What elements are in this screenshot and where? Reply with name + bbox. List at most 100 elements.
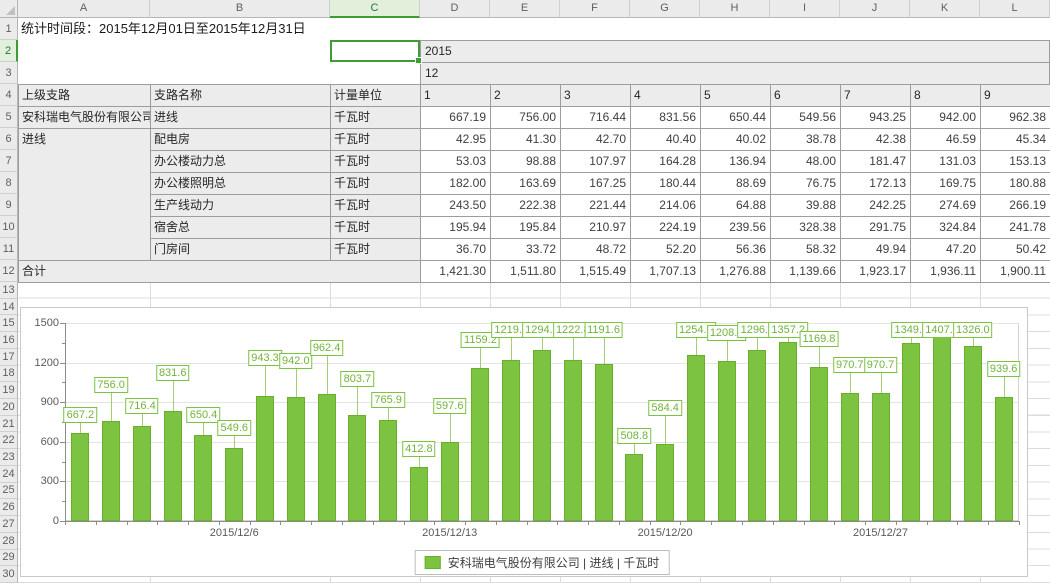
bar-day-25[interactable]	[810, 367, 828, 521]
row-header-16[interactable]: 16	[0, 332, 18, 349]
data-label-leader[interactable]	[357, 387, 358, 415]
x-axis-label-2015-12-27[interactable]: 2015/12/27	[853, 527, 908, 539]
row-header-19[interactable]: 19	[0, 382, 18, 399]
cell-F6[interactable]: 42.70	[561, 129, 631, 151]
x-axis-tick[interactable]	[434, 522, 435, 525]
bar-day-23[interactable]	[748, 350, 766, 521]
data-label-leader[interactable]	[542, 338, 543, 350]
x-axis-tick[interactable]	[188, 522, 189, 525]
bar-day-18[interactable]	[595, 364, 613, 521]
row-header-4[interactable]: 4	[0, 84, 18, 106]
data-label-leader[interactable]	[388, 408, 389, 420]
row-header-9[interactable]: 9	[0, 194, 18, 216]
data-label-leader[interactable]	[450, 414, 451, 442]
data-label-day-19[interactable]: 508.8	[618, 428, 652, 444]
y-axis-label-900[interactable]: 900	[21, 396, 59, 408]
x-axis-tick[interactable]	[773, 522, 774, 525]
cell-B10[interactable]: 宿舍总	[151, 217, 331, 239]
cell-I7[interactable]: 48.00	[771, 151, 841, 173]
cell-I6[interactable]: 38.78	[771, 129, 841, 151]
data-label-leader[interactable]	[911, 338, 912, 343]
row-header-11[interactable]: 11	[0, 238, 18, 260]
column-header-F[interactable]: F	[560, 0, 630, 18]
x-axis-tick[interactable]	[988, 522, 989, 525]
cell-F11[interactable]: 48.72	[561, 239, 631, 261]
cell-G7[interactable]: 164.28	[631, 151, 701, 173]
row-header-18[interactable]: 18	[0, 366, 18, 383]
x-axis-tick[interactable]	[219, 522, 220, 525]
bar-day-27[interactable]	[872, 393, 890, 521]
cell-J5[interactable]: 943.25	[841, 107, 911, 129]
bar-day-28[interactable]	[902, 343, 920, 521]
data-label-day-6[interactable]: 549.6	[217, 420, 251, 436]
x-axis-tick[interactable]	[96, 522, 97, 525]
data-label-day-20[interactable]: 584.4	[648, 400, 682, 416]
cell-H6[interactable]: 40.02	[701, 129, 771, 151]
cell-A4[interactable]: 上级支路	[19, 85, 151, 107]
cell-F9[interactable]: 221.44	[561, 195, 631, 217]
x-axis-tick[interactable]	[373, 522, 374, 525]
bar-day-26[interactable]	[841, 393, 859, 521]
cell-H4[interactable]: 5	[701, 85, 771, 107]
cell-H11[interactable]: 56.36	[701, 239, 771, 261]
bar-day-9[interactable]	[318, 394, 336, 521]
cell-D4[interactable]: 1	[421, 85, 491, 107]
cell-total-I12[interactable]: 1,139.66	[771, 261, 841, 283]
data-label-day-1[interactable]: 667.2	[64, 407, 98, 423]
cell-E9[interactable]: 222.38	[491, 195, 561, 217]
data-label-leader[interactable]	[1004, 377, 1005, 397]
cell-J11[interactable]: 49.94	[841, 239, 911, 261]
bar-day-19[interactable]	[625, 454, 643, 521]
x-axis-tick[interactable]	[804, 522, 805, 525]
bar-day-7[interactable]	[256, 396, 274, 521]
cell-E6[interactable]: 41.30	[491, 129, 561, 151]
cell-L10[interactable]: 241.78	[981, 217, 1050, 239]
data-label-day-27[interactable]: 970.7	[864, 357, 898, 373]
x-axis-tick[interactable]	[650, 522, 651, 525]
bar-day-15[interactable]	[502, 360, 520, 521]
cell-E7[interactable]: 98.88	[491, 151, 561, 173]
cell-J10[interactable]: 291.75	[841, 217, 911, 239]
row-header-27[interactable]: 27	[0, 516, 18, 533]
x-axis-tick[interactable]	[280, 522, 281, 525]
x-axis-tick[interactable]	[342, 522, 343, 525]
data-label-leader[interactable]	[419, 457, 420, 467]
cell-K6[interactable]: 46.59	[911, 129, 981, 151]
cell-H8[interactable]: 88.69	[701, 173, 771, 195]
row-header-8[interactable]: 8	[0, 172, 18, 194]
x-axis-tick[interactable]	[680, 522, 681, 525]
cell-I10[interactable]: 328.38	[771, 217, 841, 239]
data-label-leader[interactable]	[234, 436, 235, 448]
bar-day-21[interactable]	[687, 355, 705, 521]
bar-day-10[interactable]	[348, 415, 366, 521]
cell-G10[interactable]: 224.19	[631, 217, 701, 239]
data-label-day-11[interactable]: 765.9	[371, 392, 405, 408]
x-axis-tick[interactable]	[465, 522, 466, 525]
row-header-23[interactable]: 23	[0, 449, 18, 466]
cell-F8[interactable]: 167.25	[561, 173, 631, 195]
row-header-2[interactable]: 2	[0, 40, 18, 62]
y-axis-label-0[interactable]: 0	[21, 515, 59, 527]
column-header-K[interactable]: K	[910, 0, 980, 18]
cell-B11[interactable]: 门房间	[151, 239, 331, 261]
cell-B6[interactable]: 配电房	[151, 129, 331, 151]
row-header-26[interactable]: 26	[0, 499, 18, 516]
cell-H9[interactable]: 64.88	[701, 195, 771, 217]
cell-C9[interactable]: 千瓦时	[331, 195, 421, 217]
cell-L6[interactable]: 45.34	[981, 129, 1050, 151]
data-label-day-3[interactable]: 716.4	[125, 398, 159, 414]
cell-E8[interactable]: 163.69	[491, 173, 561, 195]
cell-A12-total-label[interactable]: 合计	[19, 261, 421, 283]
x-axis-tick[interactable]	[250, 522, 251, 525]
data-label-leader[interactable]	[80, 423, 81, 433]
x-axis-label-2015-12-6[interactable]: 2015/12/6	[210, 527, 259, 539]
row-header-7[interactable]: 7	[0, 150, 18, 172]
cell-G11[interactable]: 52.20	[631, 239, 701, 261]
cell-K4[interactable]: 8	[911, 85, 981, 107]
cell-total-E12[interactable]: 1,511.80	[491, 261, 561, 283]
bar-day-5[interactable]	[194, 435, 212, 521]
cell-D7[interactable]: 53.03	[421, 151, 491, 173]
data-label-day-5[interactable]: 650.4	[187, 407, 221, 423]
x-axis-tick[interactable]	[311, 522, 312, 525]
cell-G6[interactable]: 40.40	[631, 129, 701, 151]
